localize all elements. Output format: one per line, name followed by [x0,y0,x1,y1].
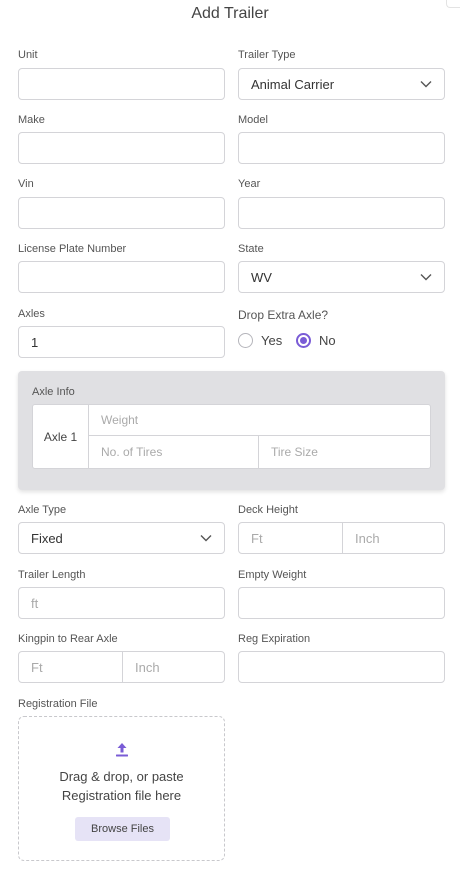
axle-tire-size-input[interactable]: Tire Size [259,436,430,468]
axle-info-panel: Axle Info Axle 1 Weight No. of Tires Tir… [18,371,445,490]
axle-type-label: Axle Type [18,504,67,516]
drop-extra-axle-label: Drop Extra Axle? [238,308,329,322]
kingpin-inch-input[interactable]: Inch [122,652,224,682]
drop-axle-no-option[interactable]: No [296,333,336,348]
axle-name: Axle 1 [33,405,89,468]
upload-icon [115,742,129,758]
radio-no[interactable] [296,333,311,348]
axles-label: Axles [18,308,45,320]
kingpin-group: Ft Inch [18,651,225,683]
close-corner [446,0,460,8]
license-plate-input[interactable] [18,261,225,293]
kingpin-ft-input[interactable]: Ft [19,652,122,682]
page-title: Add Trailer [191,5,269,22]
make-label: Make [18,114,45,126]
axle-type-value: Fixed [31,530,63,546]
make-input[interactable] [18,132,225,164]
kingpin-label: Kingpin to Rear Axle [18,633,118,645]
trailer-type-value: Animal Carrier [251,76,335,92]
axle-type-select[interactable]: Fixed [18,522,225,554]
trailer-length-input[interactable]: ft [18,587,225,619]
axle-info-label: Axle Info [32,386,75,398]
radio-yes[interactable] [238,333,253,348]
chevron-down-icon [200,532,212,544]
axle-card: Axle 1 Weight No. of Tires Tire Size [32,404,431,469]
axle-tires-input[interactable]: No. of Tires [89,436,259,468]
vin-label: Vin [18,178,34,190]
browse-files-button[interactable]: Browse Files [75,817,170,841]
chevron-down-icon [420,271,432,283]
trailer-type-select[interactable]: Animal Carrier [238,68,445,100]
radio-no-label: No [319,333,336,348]
reg-expiration-label: Reg Expiration [238,633,311,645]
unit-input[interactable] [18,68,225,100]
trailer-type-label: Trailer Type [238,49,296,61]
dropzone-line2: Registration file here [61,788,182,803]
registration-file-label: Registration File [18,698,98,710]
empty-weight-input[interactable] [238,587,445,619]
deck-height-inch-input[interactable]: Inch [342,523,444,553]
chevron-down-icon [420,78,432,90]
year-label: Year [238,178,261,190]
vin-input[interactable] [18,197,225,229]
registration-dropzone[interactable]: Drag & drop, or paste Registration file … [18,716,225,861]
state-select[interactable]: WV [238,261,445,293]
deck-height-ft-input[interactable]: Ft [239,523,342,553]
drop-axle-yes-option[interactable]: Yes [238,333,282,348]
deck-height-group: Ft Inch [238,522,445,554]
year-input[interactable] [238,197,445,229]
dropzone-line1: Drag & drop, or paste [59,769,184,784]
trailer-length-placeholder: ft [31,595,39,611]
unit-label: Unit [18,49,38,61]
radio-yes-label: Yes [261,333,283,348]
axle-weight-input[interactable]: Weight [89,405,430,436]
model-label: Model [238,114,268,126]
reg-expiration-input[interactable] [238,651,445,683]
axles-input[interactable]: 1 [18,326,225,358]
empty-weight-label: Empty Weight [238,569,307,581]
license-plate-label: License Plate Number [18,243,127,255]
state-label: State [238,243,264,255]
deck-height-label: Deck Height [238,504,298,516]
state-value: WV [251,269,272,285]
dropzone-text: Drag & drop, or paste Registration file … [19,767,224,805]
model-input[interactable] [238,132,445,164]
trailer-length-label: Trailer Length [18,569,86,581]
